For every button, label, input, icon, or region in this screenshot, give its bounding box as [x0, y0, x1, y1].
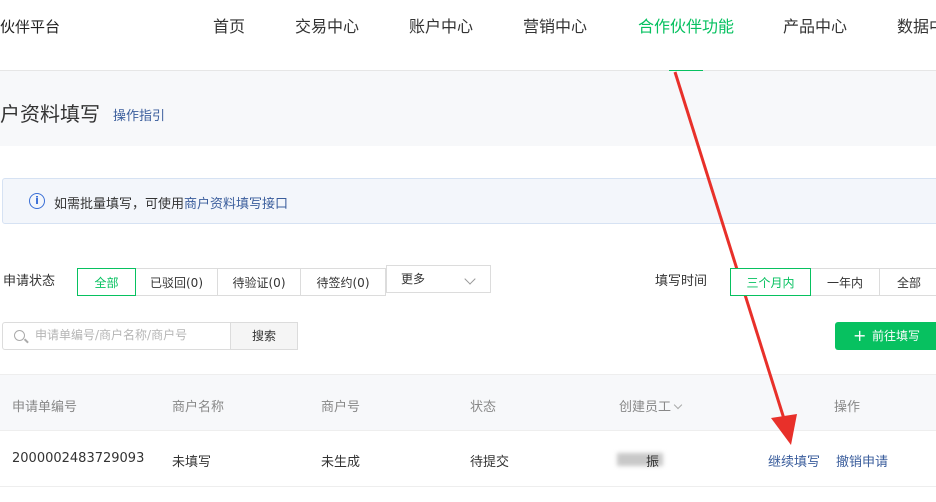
info-notice: i 如需批量填写，可使用商户资料填写接口: [2, 178, 936, 224]
search-button[interactable]: 搜索: [230, 322, 298, 350]
status-pending-sign-button[interactable]: 待签约(0): [300, 268, 386, 296]
time-three-months-button[interactable]: 三个月内: [730, 268, 811, 296]
search-box: [2, 322, 231, 350]
col-merchant-name: 商户名称: [172, 400, 225, 415]
col-actions: 操作: [834, 400, 861, 415]
go-fill-button[interactable]: + 前往填写: [835, 322, 936, 350]
time-all-button[interactable]: 全部: [879, 268, 936, 296]
col-creator-label: 创建员工: [619, 400, 672, 415]
chevron-down-icon: [464, 273, 476, 285]
col-application-no: 申请单编号: [12, 400, 78, 415]
status-all-button[interactable]: 全部: [77, 268, 136, 296]
cell-merchant-name: 未填写: [172, 455, 212, 470]
cell-creator: 振: [646, 455, 660, 470]
col-merchant-no: 商户号: [321, 400, 361, 415]
time-filter-group: 三个月内 一年内 全部: [730, 268, 936, 296]
table-header: 申请单编号 商户名称 商户号 状态 创建员工 操作: [0, 374, 936, 431]
nav-partner-functions[interactable]: 合作伙伴功能: [638, 13, 734, 37]
search-icon: [14, 330, 25, 341]
more-dropdown-label: 更多: [401, 272, 426, 286]
top-navbar: 伙伴平台 首页 交易中心 账户中心 营销中心 合作伙伴功能 产品中心 数据中: [0, 0, 936, 71]
status-filter-label: 申请状态: [3, 274, 56, 289]
notice-message: 如需批量填写，可使用: [54, 197, 185, 212]
time-filter-label: 填写时间: [655, 274, 708, 289]
nav-account-center[interactable]: 账户中心: [409, 13, 473, 37]
cell-status: 待提交: [470, 455, 510, 470]
info-icon: i: [29, 193, 45, 209]
api-link[interactable]: 商户资料填写接口: [184, 197, 288, 212]
col-creator[interactable]: 创建员工: [619, 396, 683, 415]
nav-data-center[interactable]: 数据中: [897, 13, 936, 37]
nav-trade-center[interactable]: 交易中心: [295, 13, 359, 37]
time-one-year-button[interactable]: 一年内: [810, 268, 880, 296]
nav-product-center[interactable]: 产品中心: [783, 13, 847, 37]
nav-home[interactable]: 首页: [213, 13, 245, 37]
sort-caret-icon: [673, 400, 683, 410]
guide-link[interactable]: 操作指引: [113, 105, 165, 124]
nav-marketing-center[interactable]: 营销中心: [523, 13, 587, 37]
more-status-dropdown[interactable]: 更多: [386, 265, 491, 293]
status-pending-verify-button[interactable]: 待验证(0): [217, 268, 301, 296]
notice-text: 如需批量填写，可使用商户资料填写接口: [54, 193, 288, 212]
go-fill-label: 前往填写: [872, 329, 921, 343]
plus-icon: +: [853, 326, 867, 345]
cell-application-no: 2000002483729093: [12, 451, 145, 466]
table-row: 2000002483729093 未填写 未生成 待提交 振 继续填写 撤销申请: [0, 431, 936, 487]
status-rejected-button[interactable]: 已驳回(0): [135, 268, 218, 296]
search-input[interactable]: [33, 327, 227, 343]
cell-merchant-no: 未生成: [321, 455, 361, 470]
page-title: 户资料填写: [0, 102, 100, 126]
cancel-application-link[interactable]: 撤销申请: [836, 451, 888, 470]
status-filter-group: 全部 已驳回(0) 待验证(0) 待签约(0): [77, 268, 386, 296]
col-status: 状态: [470, 400, 497, 415]
brand-title: 伙伴平台: [0, 18, 61, 36]
continue-fill-link[interactable]: 继续填写: [768, 451, 820, 470]
